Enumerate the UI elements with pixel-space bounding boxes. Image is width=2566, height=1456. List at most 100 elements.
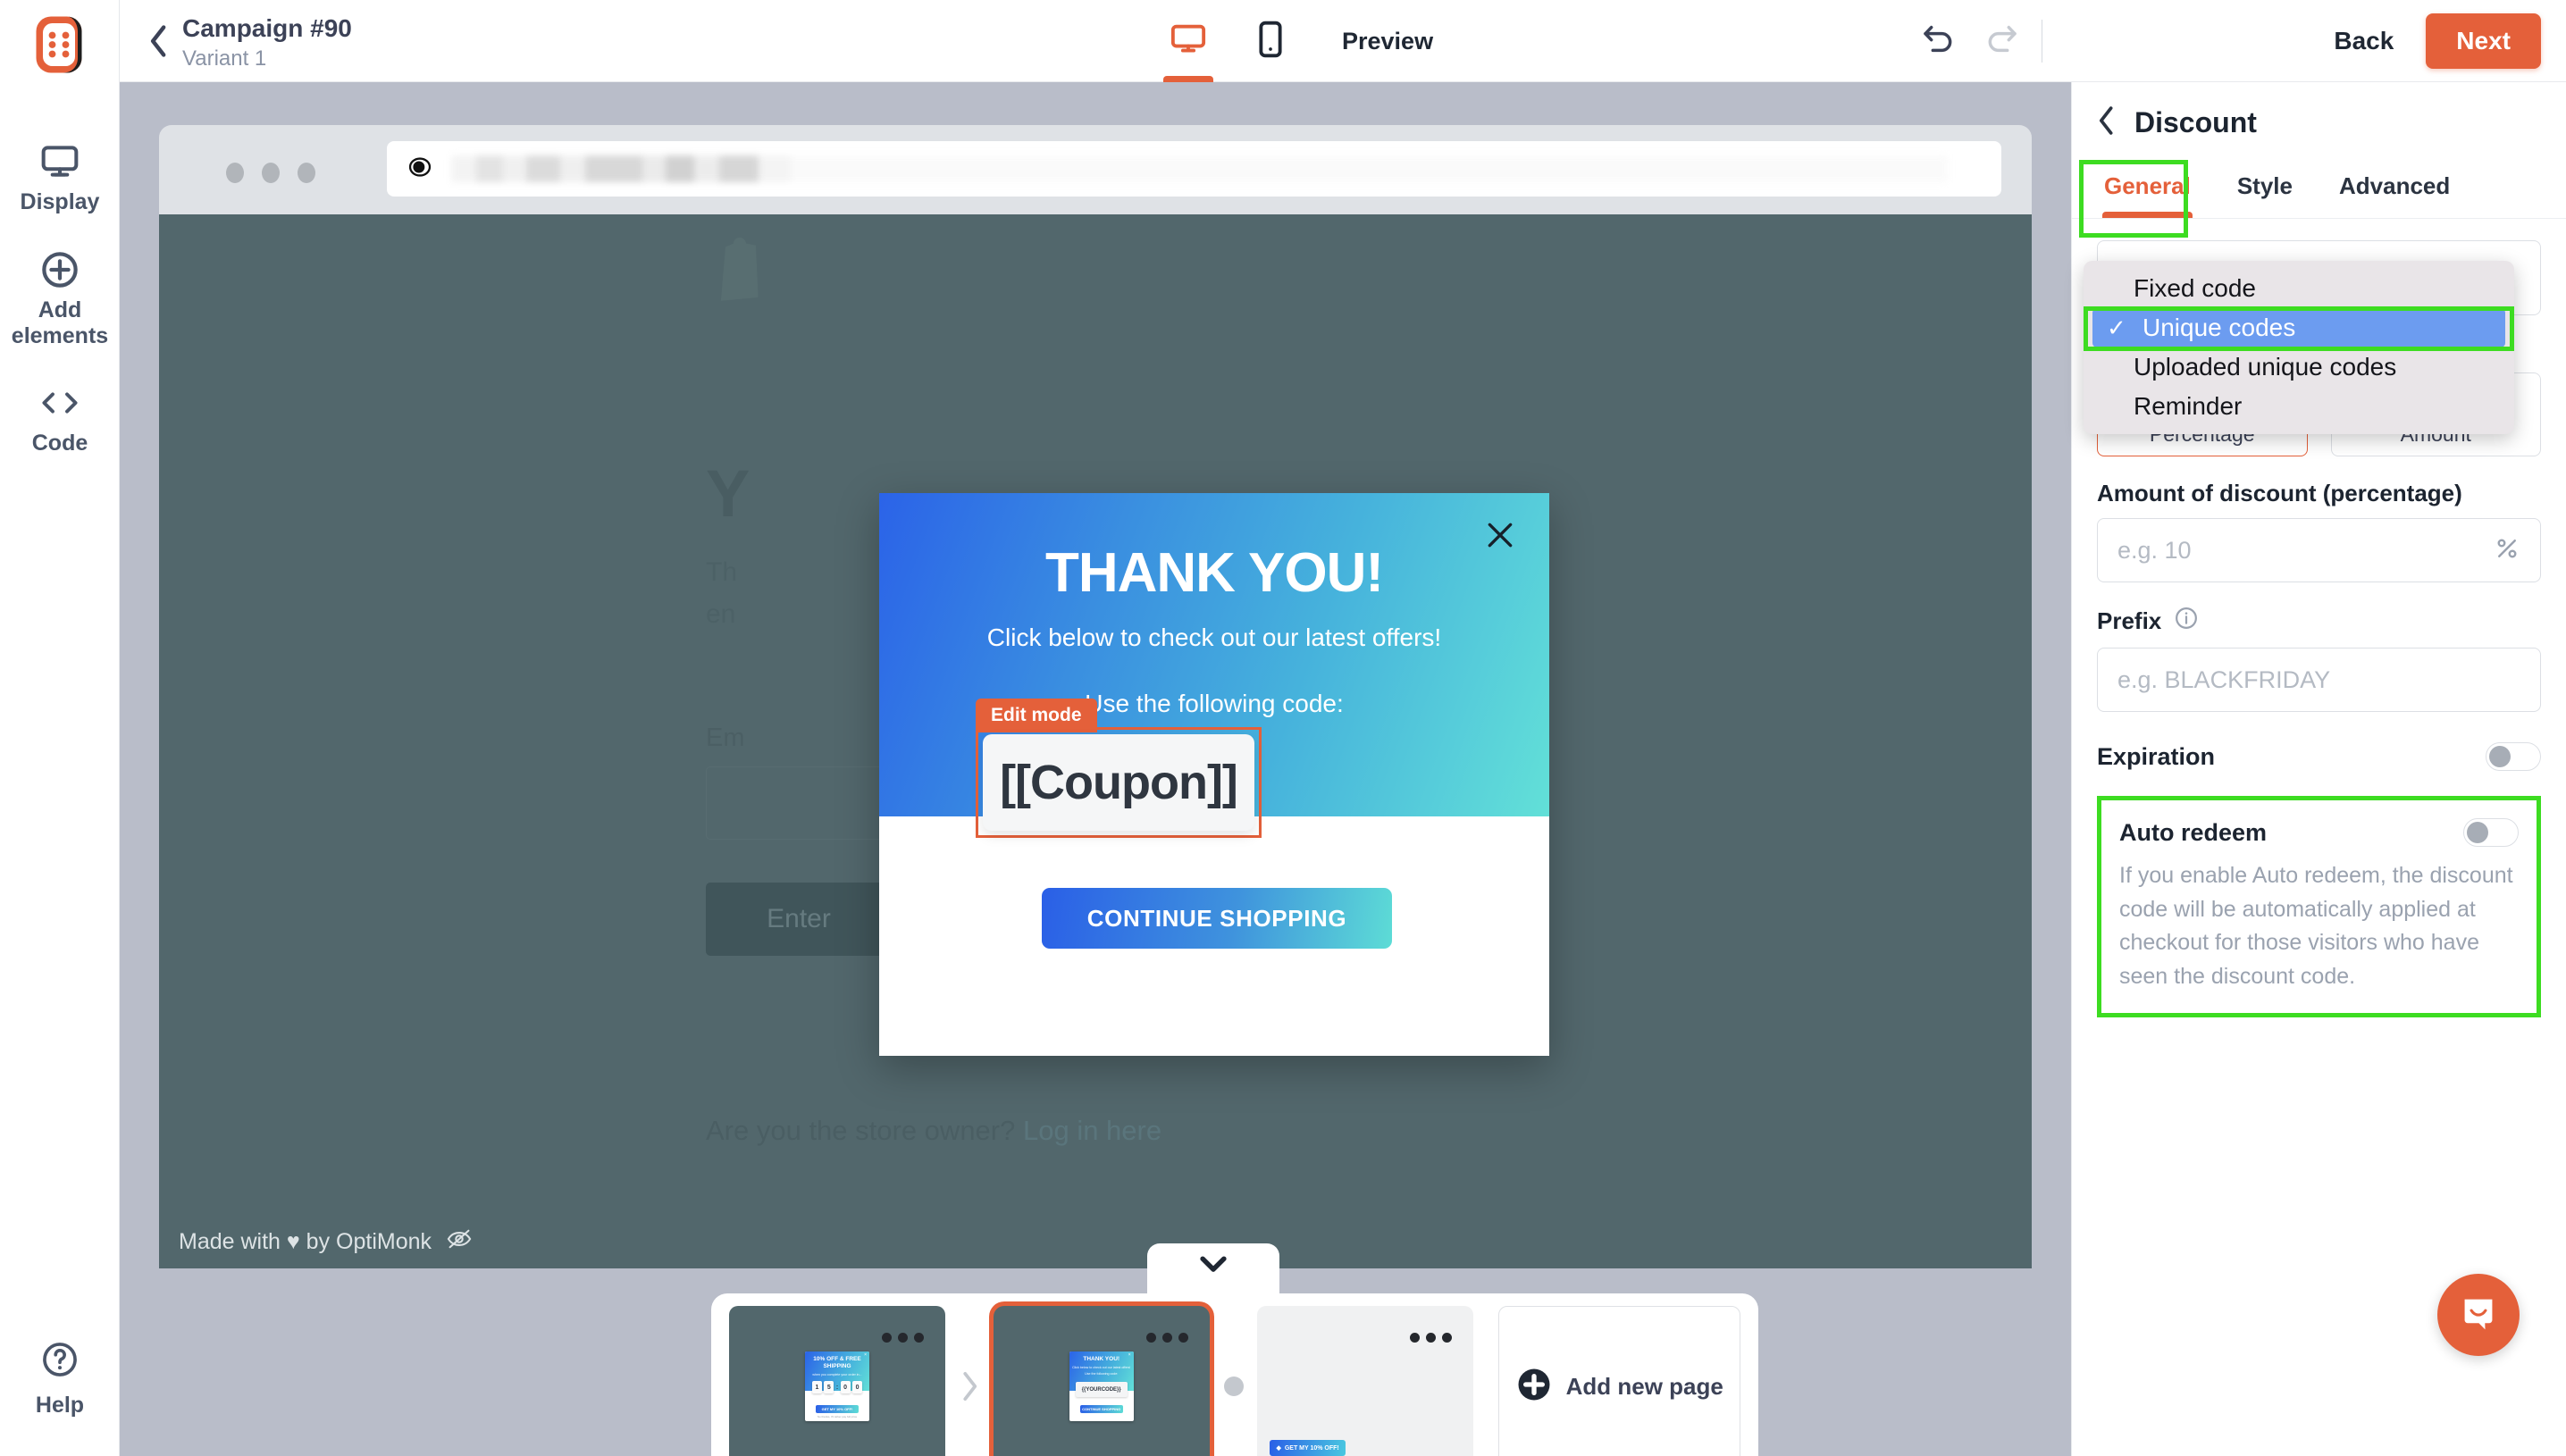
auto-redeem-toggle[interactable]	[2463, 818, 2519, 848]
expiration-row: Expiration	[2097, 742, 2541, 772]
expiration-toggle[interactable]	[2486, 742, 2541, 772]
prefix-input[interactable]: e.g. BLACKFRIDAY	[2097, 648, 2541, 713]
tab-general[interactable]: General	[2102, 156, 2193, 218]
optimonk-logo[interactable]	[27, 13, 91, 77]
sidebar-item-help[interactable]: Help	[0, 1340, 120, 1418]
dropdown-option-reminder[interactable]: Reminder	[2084, 387, 2514, 426]
browser-mockup: Y Th en Em Enter Are you the store owner?…	[159, 125, 2032, 1268]
auto-redeem-highlight-box: Auto redeem If you enable Auto redeem, t…	[2097, 796, 2541, 1018]
continue-shopping-button[interactable]: CONTINUE SHOPPING	[1042, 888, 1392, 949]
sidebar-item-label-line2: elements	[11, 322, 109, 348]
more-options-icon[interactable]	[1145, 1333, 1188, 1343]
page-title: Campaign #90	[182, 14, 352, 42]
mini-colon: :	[835, 1384, 839, 1391]
page-thumbnail[interactable]: × 10% OFF & FREE SHIPPING when you compl…	[729, 1306, 945, 1456]
sidebar-item-code[interactable]: Code	[0, 366, 120, 474]
tab-style[interactable]: Style	[2237, 156, 2293, 218]
tab-mobile-preview[interactable]	[1229, 0, 1312, 82]
window-dot	[226, 163, 244, 183]
page-card-teaser[interactable]: ◆ GET MY 10% OFF! Teaser	[1257, 1306, 1474, 1456]
log-in-here-link[interactable]: Log in here	[1023, 1115, 1161, 1146]
mini-teaser-label: GET MY 10% OFF!	[1284, 1444, 1339, 1452]
site-owner-text: Are you the store owner? Log in here	[706, 1115, 1161, 1147]
tab-advanced[interactable]: Advanced	[2339, 156, 2450, 218]
page-flow-dot	[1210, 1306, 1258, 1456]
more-options-icon[interactable]	[882, 1333, 924, 1343]
auto-redeem-description: If you enable Auto redeem, the discount …	[2119, 863, 2513, 989]
preview-label[interactable]: Preview	[1342, 28, 1433, 55]
mini-subtitle-2: Use the following code:	[1085, 1372, 1119, 1377]
back-button[interactable]: Back	[2334, 27, 2394, 55]
page-flow-arrow-icon	[945, 1306, 994, 1456]
check-icon: ✓	[2107, 314, 2126, 341]
monitor-icon	[39, 139, 80, 184]
page-tray: × 10% OFF & FREE SHIPPING when you compl…	[711, 1293, 1758, 1456]
popup-heading: THANK YOU!	[1044, 542, 1384, 604]
sidebar-item-add-elements[interactable]: Add elements	[0, 233, 120, 367]
editor-canvas: Y Th en Em Enter Are you the store owner?…	[120, 82, 2071, 1456]
panel-tabs: General Style Advanced	[2072, 156, 2566, 238]
redo-icon[interactable]	[1983, 22, 2019, 61]
coupon-element-selected[interactable]: Edit mode [[Coupon]]	[976, 699, 1262, 838]
device-switcher: Preview	[1147, 0, 1433, 82]
plus-circle-icon	[39, 247, 80, 292]
amount-field-label: Amount of discount (percentage)	[2097, 480, 2462, 507]
next-button[interactable]: Next	[2426, 13, 2541, 69]
made-with-optimonk: Made with ♥ by OptiMonk	[179, 1228, 473, 1256]
site-email-label: Em	[706, 724, 745, 752]
percent-icon	[2494, 535, 2520, 566]
sidebar-item-label: Code	[31, 431, 88, 456]
page-card-main-page[interactable]: × 10% OFF & FREE SHIPPING when you compl…	[729, 1306, 945, 1456]
amount-of-discount-input[interactable]: e.g. 10	[2097, 518, 2541, 583]
prefix-placeholder: e.g. BLACKFRIDAY	[2117, 665, 2331, 693]
coupon-placeholder-text: [[Coupon]]	[983, 734, 1254, 831]
page-thumbnail[interactable]: × THANK YOU! Click below to check out ou…	[993, 1306, 1210, 1456]
mini-title: THANK YOU!	[1083, 1356, 1120, 1362]
address-bar[interactable]	[387, 141, 2001, 197]
page-card-thank-you[interactable]: × THANK YOU! Click below to check out ou…	[993, 1306, 1210, 1456]
sidebar-item-label-line1: Add	[38, 297, 82, 322]
mini-close-icon: ×	[1128, 1352, 1131, 1358]
auto-redeem-label: Auto redeem	[2119, 818, 2268, 846]
mini-close-icon: ×	[864, 1352, 867, 1358]
window-dots	[226, 163, 315, 183]
add-new-page-button[interactable]: Add new page	[1498, 1306, 1741, 1456]
help-label: Help	[35, 1393, 85, 1418]
add-new-page-label: Add new page	[1565, 1372, 1723, 1400]
amount-placeholder: e.g. 10	[2117, 536, 2192, 564]
shopify-bag-icon	[709, 234, 774, 305]
expiration-label: Expiration	[2097, 742, 2216, 770]
eye-icon	[407, 155, 433, 183]
code-brackets-icon	[38, 381, 81, 425]
dropdown-option-label: Unique codes	[2143, 314, 2296, 341]
dropdown-option-uploaded-unique-codes[interactable]: Uploaded unique codes	[2084, 347, 2514, 387]
variant-label: Variant 1	[182, 46, 267, 71]
undo-icon[interactable]	[1921, 22, 1957, 61]
window-dot	[262, 163, 280, 183]
mini-popup-preview: × THANK YOU! Click below to check out ou…	[1069, 1351, 1134, 1421]
made-with-label: Made with ♥ by OptiMonk	[179, 1229, 432, 1254]
more-options-icon[interactable]	[1410, 1333, 1453, 1343]
mobile-icon	[1257, 20, 1284, 63]
desktop-icon	[1169, 21, 1208, 63]
site-enter-button[interactable]: Enter	[706, 883, 892, 956]
url-text-blurred	[451, 155, 1948, 182]
page-thumbnail[interactable]: ◆ GET MY 10% OFF!	[1257, 1306, 1474, 1456]
mini-countdown: 1 5 : 0 0	[812, 1381, 862, 1393]
browser-chrome	[159, 125, 2032, 214]
sidebar-item-label: Display	[20, 189, 100, 214]
intercom-launcher[interactable]	[2437, 1274, 2520, 1356]
page-tray-toggle[interactable]	[1147, 1243, 1279, 1297]
info-icon[interactable]	[2174, 606, 2199, 637]
panel-back-chevron-icon[interactable]	[2097, 105, 2117, 140]
window-dot	[298, 163, 315, 183]
dropdown-option-fixed-code[interactable]: Fixed code	[2084, 269, 2514, 308]
campaign-titles: Campaign #90 Variant 1	[182, 13, 352, 72]
sidebar-item-display[interactable]: Display	[0, 125, 120, 233]
left-rail: Display Add elements Code Help	[0, 0, 120, 1456]
back-chevron-icon[interactable]	[141, 20, 177, 63]
plus-circle-filled-icon	[1516, 1367, 1552, 1407]
tab-desktop-preview[interactable]	[1147, 0, 1229, 82]
eye-off-icon[interactable]	[446, 1228, 473, 1256]
dropdown-option-unique-codes[interactable]: ✓ Unique codes	[2092, 308, 2505, 347]
